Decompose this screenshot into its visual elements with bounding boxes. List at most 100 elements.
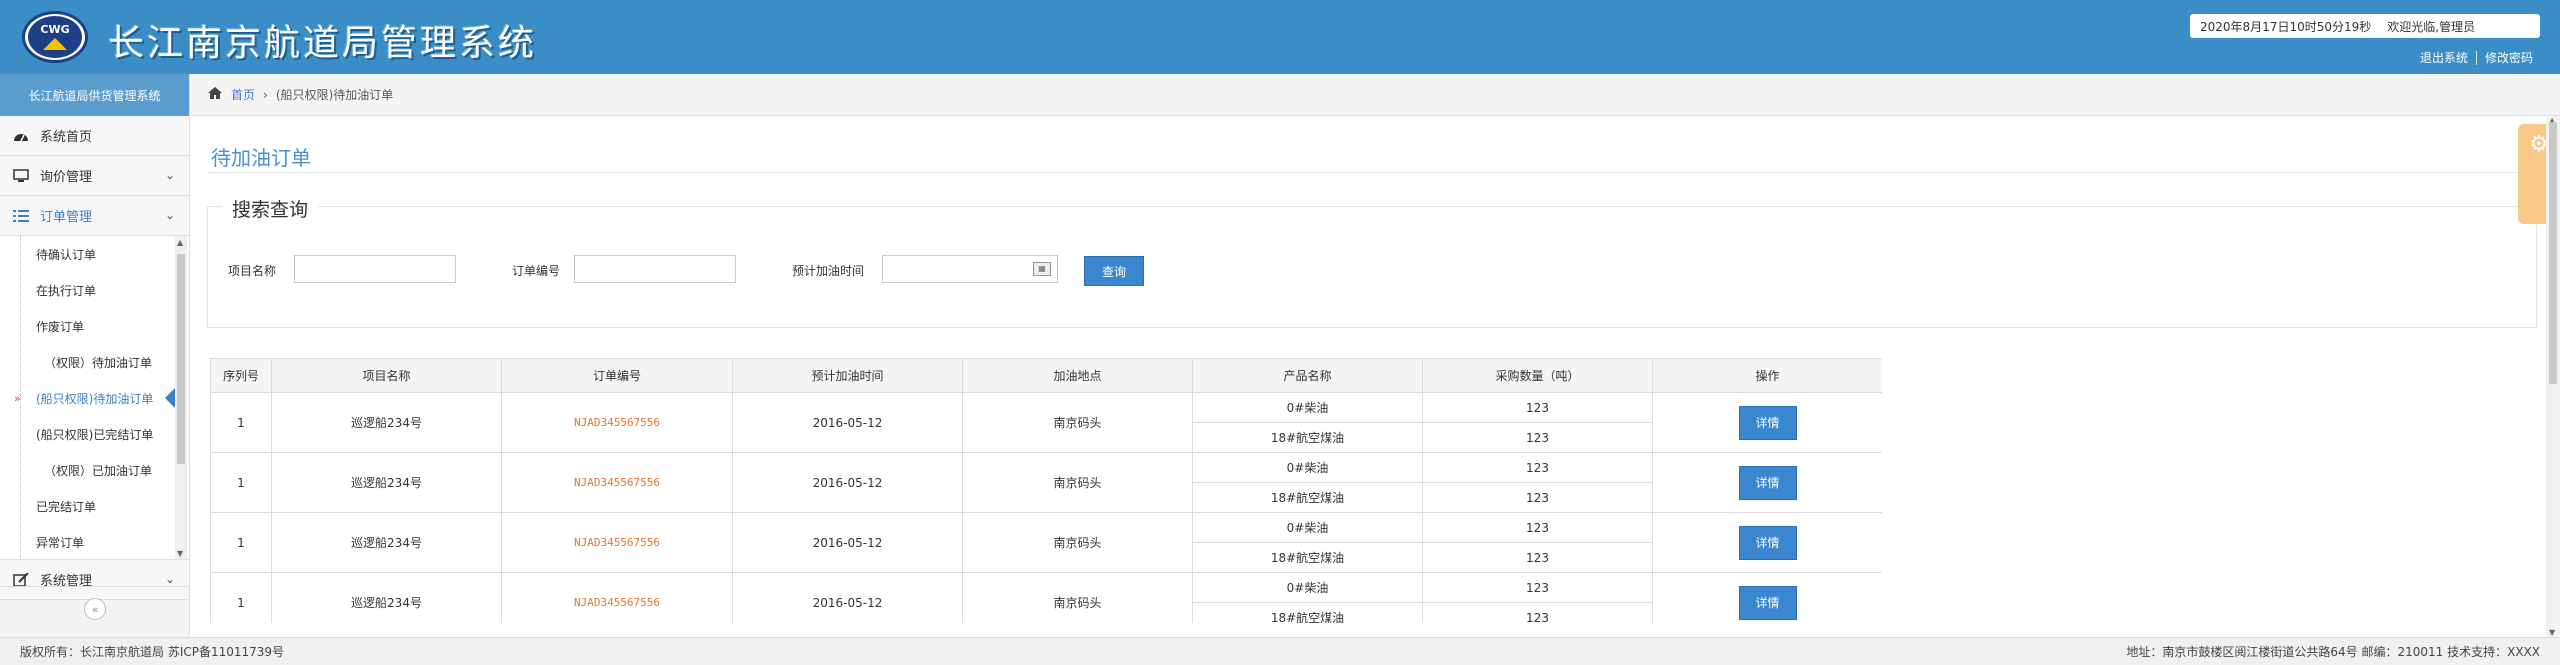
col-header-place: 加油地点 bbox=[962, 358, 1193, 393]
page-title: 待加油订单 bbox=[211, 146, 311, 170]
sidebar-item-label: 询价管理 bbox=[40, 170, 93, 185]
cell-place: 南京码头 bbox=[962, 452, 1193, 513]
scrollbar-thumb[interactable] bbox=[177, 254, 185, 464]
chevron-down-icon: ⌄ bbox=[164, 572, 175, 586]
cell-seq: 1 bbox=[210, 512, 272, 573]
scroll-up-icon[interactable]: ▲ bbox=[177, 238, 183, 247]
cell-order-number[interactable]: NJAD345567556 bbox=[501, 512, 733, 573]
submenu-item[interactable]: 作废订单 bbox=[0, 308, 189, 344]
submenu-item[interactable]: 在执行订单 bbox=[0, 272, 189, 308]
search-panel: 搜索查询 项目名称 订单编号 预计加油时间 ▦ 查询 bbox=[207, 195, 2537, 328]
cell-product: 0#柴油 bbox=[1192, 452, 1423, 483]
cell-quantity: 123 bbox=[1422, 572, 1653, 603]
active-marker-icon bbox=[165, 388, 175, 408]
submenu-item[interactable]: （权限）待加油订单 bbox=[0, 344, 189, 380]
cell-place: 南京码头 bbox=[962, 392, 1193, 453]
breadcrumb-home-link[interactable]: 首页 bbox=[231, 86, 255, 103]
cell-action: 详情 bbox=[1652, 512, 1882, 573]
cell-project: 巡逻船234号 bbox=[271, 572, 502, 623]
active-arrow-icon: » bbox=[14, 391, 21, 405]
logout-link[interactable]: 退出系统 bbox=[2420, 49, 2468, 66]
breadcrumb-separator: › bbox=[263, 87, 268, 102]
sidebar-item-inquiry[interactable]: 询价管理 ⌄ bbox=[0, 156, 189, 196]
col-header-seq: 序列号 bbox=[210, 358, 272, 393]
sidebar-item-home[interactable]: 系统首页 bbox=[0, 116, 189, 156]
collapse-sidebar-button[interactable]: « bbox=[84, 598, 106, 620]
list-icon bbox=[12, 207, 30, 225]
refuel-time-label: 预计加油时间 bbox=[792, 264, 865, 278]
cell-quantity: 123 bbox=[1422, 392, 1653, 423]
scroll-down-icon[interactable]: ▼ bbox=[177, 549, 183, 558]
cell-date: 2016-05-12 bbox=[732, 572, 963, 623]
cell-seq: 1 bbox=[210, 452, 272, 513]
table-header-row: 序列号 项目名称 订单编号 预计加油时间 加油地点 产品名称 采购数量（吨） 操… bbox=[210, 358, 1882, 393]
divider bbox=[2475, 50, 2477, 65]
submenu-item[interactable]: (船只权限)已完结订单 bbox=[0, 416, 189, 452]
order-submenu: 待确认订单 在执行订单 作废订单 （权限）待加油订单 » (船只权限)待加油订单… bbox=[0, 236, 189, 560]
logo-text: CWG bbox=[40, 23, 70, 36]
cell-seq: 1 bbox=[210, 392, 272, 453]
cell-quantity: 123 bbox=[1422, 482, 1653, 513]
dashboard-icon bbox=[12, 127, 30, 145]
detail-button[interactable]: 详情 bbox=[1738, 405, 1797, 440]
orders-table: 序列号 项目名称 订单编号 预计加油时间 加油地点 产品名称 采购数量（吨） 操… bbox=[210, 358, 1882, 623]
cell-product: 0#柴油 bbox=[1192, 512, 1423, 543]
detail-button[interactable]: 详情 bbox=[1738, 585, 1797, 620]
cell-product: 18#航空煤油 bbox=[1192, 542, 1423, 573]
monitor-icon bbox=[12, 167, 30, 185]
copyright-text: 版权所有：长江南京航道局 苏ICP备11011739号 bbox=[20, 645, 285, 659]
divider bbox=[207, 172, 2537, 173]
calendar-icon[interactable]: ▦ bbox=[1033, 262, 1051, 276]
breadcrumb: 首页 › (船只权限)待加油订单 bbox=[191, 74, 2560, 116]
header-links: 退出系统 修改密码 bbox=[2420, 49, 2533, 66]
change-password-link[interactable]: 修改密码 bbox=[2485, 49, 2533, 66]
logo-mark: CWG bbox=[28, 16, 82, 58]
home-icon bbox=[207, 86, 223, 103]
submenu-scrollbar[interactable]: ▲ ▼ bbox=[175, 236, 187, 559]
cell-action: 详情 bbox=[1652, 572, 1882, 623]
col-header-action: 操作 bbox=[1652, 358, 1882, 393]
refuel-time-input[interactable]: ▦ bbox=[882, 255, 1058, 283]
order-number-input[interactable] bbox=[574, 255, 736, 283]
cell-product: 0#柴油 bbox=[1192, 392, 1423, 423]
cell-action: 详情 bbox=[1652, 392, 1882, 453]
cell-order-number[interactable]: NJAD345567556 bbox=[501, 452, 733, 513]
order-number-label: 订单编号 bbox=[512, 264, 561, 278]
sidebar-title: 长江航道局供货管理系统 bbox=[0, 74, 189, 116]
sidebar-item-system[interactable]: 系统管理 ⌄ bbox=[0, 560, 189, 600]
submenu-item[interactable]: 待确认订单 bbox=[0, 236, 189, 272]
query-button[interactable]: 查询 bbox=[1084, 256, 1144, 286]
detail-button[interactable]: 详情 bbox=[1738, 525, 1797, 560]
user-info-box: 2020年8月17日10时50分19秒 欢迎光临,管理员 bbox=[2190, 14, 2540, 38]
cell-order-number[interactable]: NJAD345567556 bbox=[501, 572, 733, 623]
cell-date: 2016-05-12 bbox=[732, 512, 963, 573]
app-title: 长江南京航道局管理系统 bbox=[108, 23, 538, 64]
project-name-label: 项目名称 bbox=[228, 264, 277, 278]
sidebar-item-orders[interactable]: 订单管理 ⌄ bbox=[0, 196, 189, 236]
submenu-item[interactable]: （权限）已加油订单 bbox=[0, 452, 189, 488]
submenu-item[interactable]: 已完结订单 bbox=[0, 488, 189, 524]
submenu-item[interactable]: 异常订单 bbox=[0, 524, 189, 559]
main-scrollbar[interactable]: ▲ ▼ bbox=[2546, 116, 2560, 637]
datetime-text: 2020年8月17日10时50分19秒 bbox=[2200, 19, 2372, 34]
welcome-text: 欢迎光临,管理员 bbox=[2387, 19, 2476, 34]
breadcrumb-current: (船只权限)待加油订单 bbox=[275, 88, 394, 102]
cell-quantity: 123 bbox=[1422, 452, 1653, 483]
cell-order-number[interactable]: NJAD345567556 bbox=[501, 392, 733, 453]
detail-button[interactable]: 详情 bbox=[1738, 465, 1797, 500]
cell-project: 巡逻船234号 bbox=[271, 452, 502, 513]
submenu-item-label: (船只权限)待加油订单 bbox=[36, 391, 154, 406]
col-header-date: 预计加油时间 bbox=[732, 358, 963, 393]
divider bbox=[0, 586, 190, 587]
cell-product: 18#航空煤油 bbox=[1192, 422, 1423, 453]
sidebar: 长江航道局供货管理系统 系统首页 询价管理 ⌄ 订单管理 ⌄ 待确认订单 在执行… bbox=[0, 74, 190, 637]
submenu-item-active[interactable]: » (船只权限)待加油订单 bbox=[0, 380, 189, 416]
cell-quantity: 123 bbox=[1422, 542, 1653, 573]
project-name-input[interactable] bbox=[294, 255, 456, 283]
cell-product: 0#柴油 bbox=[1192, 572, 1423, 603]
scroll-down-icon[interactable]: ▼ bbox=[2549, 628, 2555, 637]
cell-action: 详情 bbox=[1652, 452, 1882, 513]
sidebar-item-label: 订单管理 bbox=[40, 210, 93, 225]
scrollbar-thumb[interactable] bbox=[2549, 122, 2557, 384]
cell-project: 巡逻船234号 bbox=[271, 512, 502, 573]
